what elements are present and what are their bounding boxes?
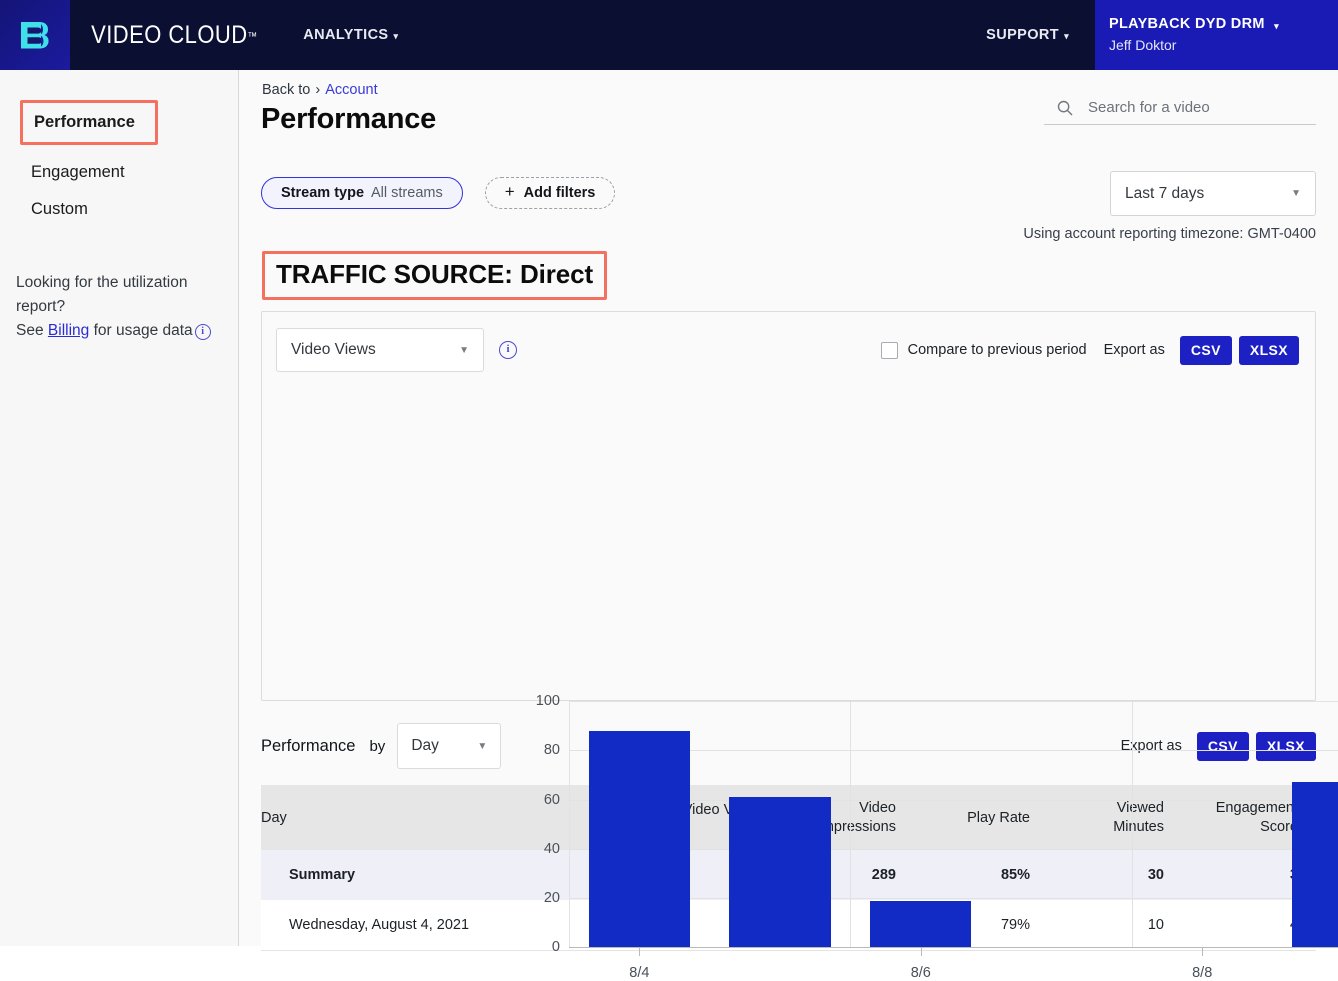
billing-link[interactable]: Billing xyxy=(48,322,89,339)
metric-select[interactable]: Video Views ▼ xyxy=(276,328,484,372)
chart-export-label: Export as xyxy=(1104,342,1165,358)
page-body: Performance Engagement Custom Looking fo… xyxy=(0,70,1338,946)
brand-trademark: ™ xyxy=(248,32,258,43)
brand-label: VIDEO CLOUD xyxy=(91,21,247,50)
main-content: Back to › Account Performance Stream type … xyxy=(239,70,1338,946)
sidebar: Performance Engagement Custom Looking fo… xyxy=(0,70,239,946)
chart-vertical-gridline xyxy=(1132,701,1133,947)
timezone-note: Using account reporting timezone: GMT-04… xyxy=(261,226,1316,242)
chart-plot-area: 0204060801008/48/68/88/10 xyxy=(569,701,1338,947)
sidebar-item-engagement[interactable]: Engagement xyxy=(0,154,238,191)
utilization-note-rest: for usage data xyxy=(94,322,193,339)
chart-bar[interactable] xyxy=(589,731,690,947)
account-name-label: PLAYBACK DYD DRM xyxy=(1109,16,1265,32)
nav-analytics-menu[interactable]: ANALYTICS ▾ xyxy=(297,0,404,70)
brightcove-logo[interactable] xyxy=(0,0,70,70)
chart-export-csv-button[interactable]: CSV xyxy=(1180,336,1232,365)
nav-support-label: SUPPORT xyxy=(986,27,1059,43)
sidebar-item-performance-label: Performance xyxy=(34,110,155,135)
utilization-note: Looking for the utilization report? See … xyxy=(0,271,238,342)
chevron-down-icon: ▼ xyxy=(1291,188,1301,199)
breadcrumb: Back to › Account xyxy=(261,82,436,98)
account-username: Jeff Doktor xyxy=(1109,35,1338,55)
y-axis-tick-label: 20 xyxy=(544,890,560,906)
filter-chip-stream-type-value: All streams xyxy=(371,185,443,201)
y-axis-tick-label: 40 xyxy=(544,841,560,857)
filters-row: Stream type All streams + Add filters La… xyxy=(261,177,1316,209)
account-name: PLAYBACK DYD DRM ▾ xyxy=(1109,14,1338,35)
chart-toolbar-right: Compare to previous period Export as CSV… xyxy=(881,336,1299,365)
utilization-note-line1: Looking for the utilization xyxy=(16,274,187,291)
add-filters-button[interactable]: + Add filters xyxy=(485,177,616,209)
chevron-down-icon: ▼ xyxy=(477,741,487,752)
header-left: Back to › Account Performance xyxy=(261,82,436,136)
filter-chip-stream-type-key: Stream type xyxy=(281,185,364,201)
table-by-label: by xyxy=(369,738,385,755)
granularity-value: Day xyxy=(411,737,439,755)
header-row: Back to › Account Performance xyxy=(261,70,1316,136)
y-axis-tick-label: 60 xyxy=(544,792,560,808)
utilization-note-line2: report? xyxy=(16,298,65,315)
info-icon[interactable]: i xyxy=(195,324,211,340)
breadcrumb-separator: › xyxy=(315,82,320,98)
x-axis-tick xyxy=(921,947,922,956)
x-axis-tick-label: 8/4 xyxy=(629,965,649,981)
sidebar-item-performance[interactable]: Performance xyxy=(20,100,158,145)
top-navigation-bar: VIDEO CLOUD™ ANALYTICS ▾ SUPPORT ▾ PLAYB… xyxy=(0,0,1338,70)
filter-chip-stream-type[interactable]: Stream type All streams xyxy=(261,177,463,209)
chart-vertical-gridline xyxy=(850,701,851,947)
table-performance-label: Performance xyxy=(261,737,355,756)
nav-support-menu[interactable]: SUPPORT ▾ xyxy=(986,0,1095,70)
breadcrumb-prefix: Back to xyxy=(262,82,310,98)
chart-gridline xyxy=(569,701,1338,702)
nav-analytics-label: ANALYTICS xyxy=(303,27,388,43)
video-views-bar-chart: 0204060801008/48/68/88/10 xyxy=(569,701,1338,947)
chart-bar[interactable] xyxy=(1292,782,1338,947)
page-title: Performance xyxy=(261,103,436,136)
chevron-down-icon: ▼ xyxy=(459,345,469,356)
traffic-source-heading-highlight: TRAFFIC SOURCE: Direct xyxy=(262,251,607,300)
chart-gridline xyxy=(569,947,1338,948)
chart-export-xlsx-button[interactable]: XLSX xyxy=(1239,336,1299,365)
add-filters-label: Add filters xyxy=(524,185,596,201)
y-axis-tick-label: 0 xyxy=(552,939,560,955)
search-input[interactable] xyxy=(1086,98,1305,117)
chart-bar[interactable] xyxy=(729,797,830,947)
compare-previous-period-checkbox[interactable] xyxy=(881,342,898,359)
account-menu[interactable]: PLAYBACK DYD DRM ▾ Jeff Doktor xyxy=(1095,0,1338,70)
info-icon[interactable]: i xyxy=(499,341,517,359)
chevron-down-icon: ▾ xyxy=(1064,31,1069,42)
x-axis-tick xyxy=(639,947,640,956)
y-axis-tick-label: 80 xyxy=(544,742,560,758)
granularity-select[interactable]: Day ▼ xyxy=(397,723,501,769)
brightcove-b-logo-icon xyxy=(15,15,55,55)
search-box[interactable] xyxy=(1044,94,1316,125)
y-axis-tick-label: 100 xyxy=(536,693,560,709)
x-axis-tick xyxy=(1202,947,1203,956)
chart-card: Video Views ▼ i Compare to previous peri… xyxy=(261,311,1316,701)
metric-select-value: Video Views xyxy=(291,341,376,359)
sidebar-item-custom[interactable]: Custom xyxy=(0,191,238,228)
utilization-note-see: See xyxy=(16,322,44,339)
topbar-spacer xyxy=(404,0,986,70)
date-range-value: Last 7 days xyxy=(1125,185,1204,203)
plus-icon: + xyxy=(505,182,515,202)
chart-toolbar: Video Views ▼ i Compare to previous peri… xyxy=(262,312,1315,372)
traffic-source-heading: TRAFFIC SOURCE: Direct xyxy=(276,261,593,288)
brand-title: VIDEO CLOUD™ xyxy=(70,0,258,70)
chevron-down-icon: ▾ xyxy=(1274,21,1279,31)
breadcrumb-link-account[interactable]: Account xyxy=(325,82,377,98)
x-axis-tick-label: 8/6 xyxy=(911,965,931,981)
date-range-select[interactable]: Last 7 days ▼ xyxy=(1110,171,1316,216)
search-icon xyxy=(1057,100,1073,116)
chart-bar[interactable] xyxy=(870,901,971,948)
compare-previous-period-label: Compare to previous period xyxy=(908,342,1087,358)
chevron-down-icon: ▾ xyxy=(394,31,399,42)
x-axis-tick-label: 8/8 xyxy=(1192,965,1212,981)
chart-vertical-gridline xyxy=(569,701,570,947)
